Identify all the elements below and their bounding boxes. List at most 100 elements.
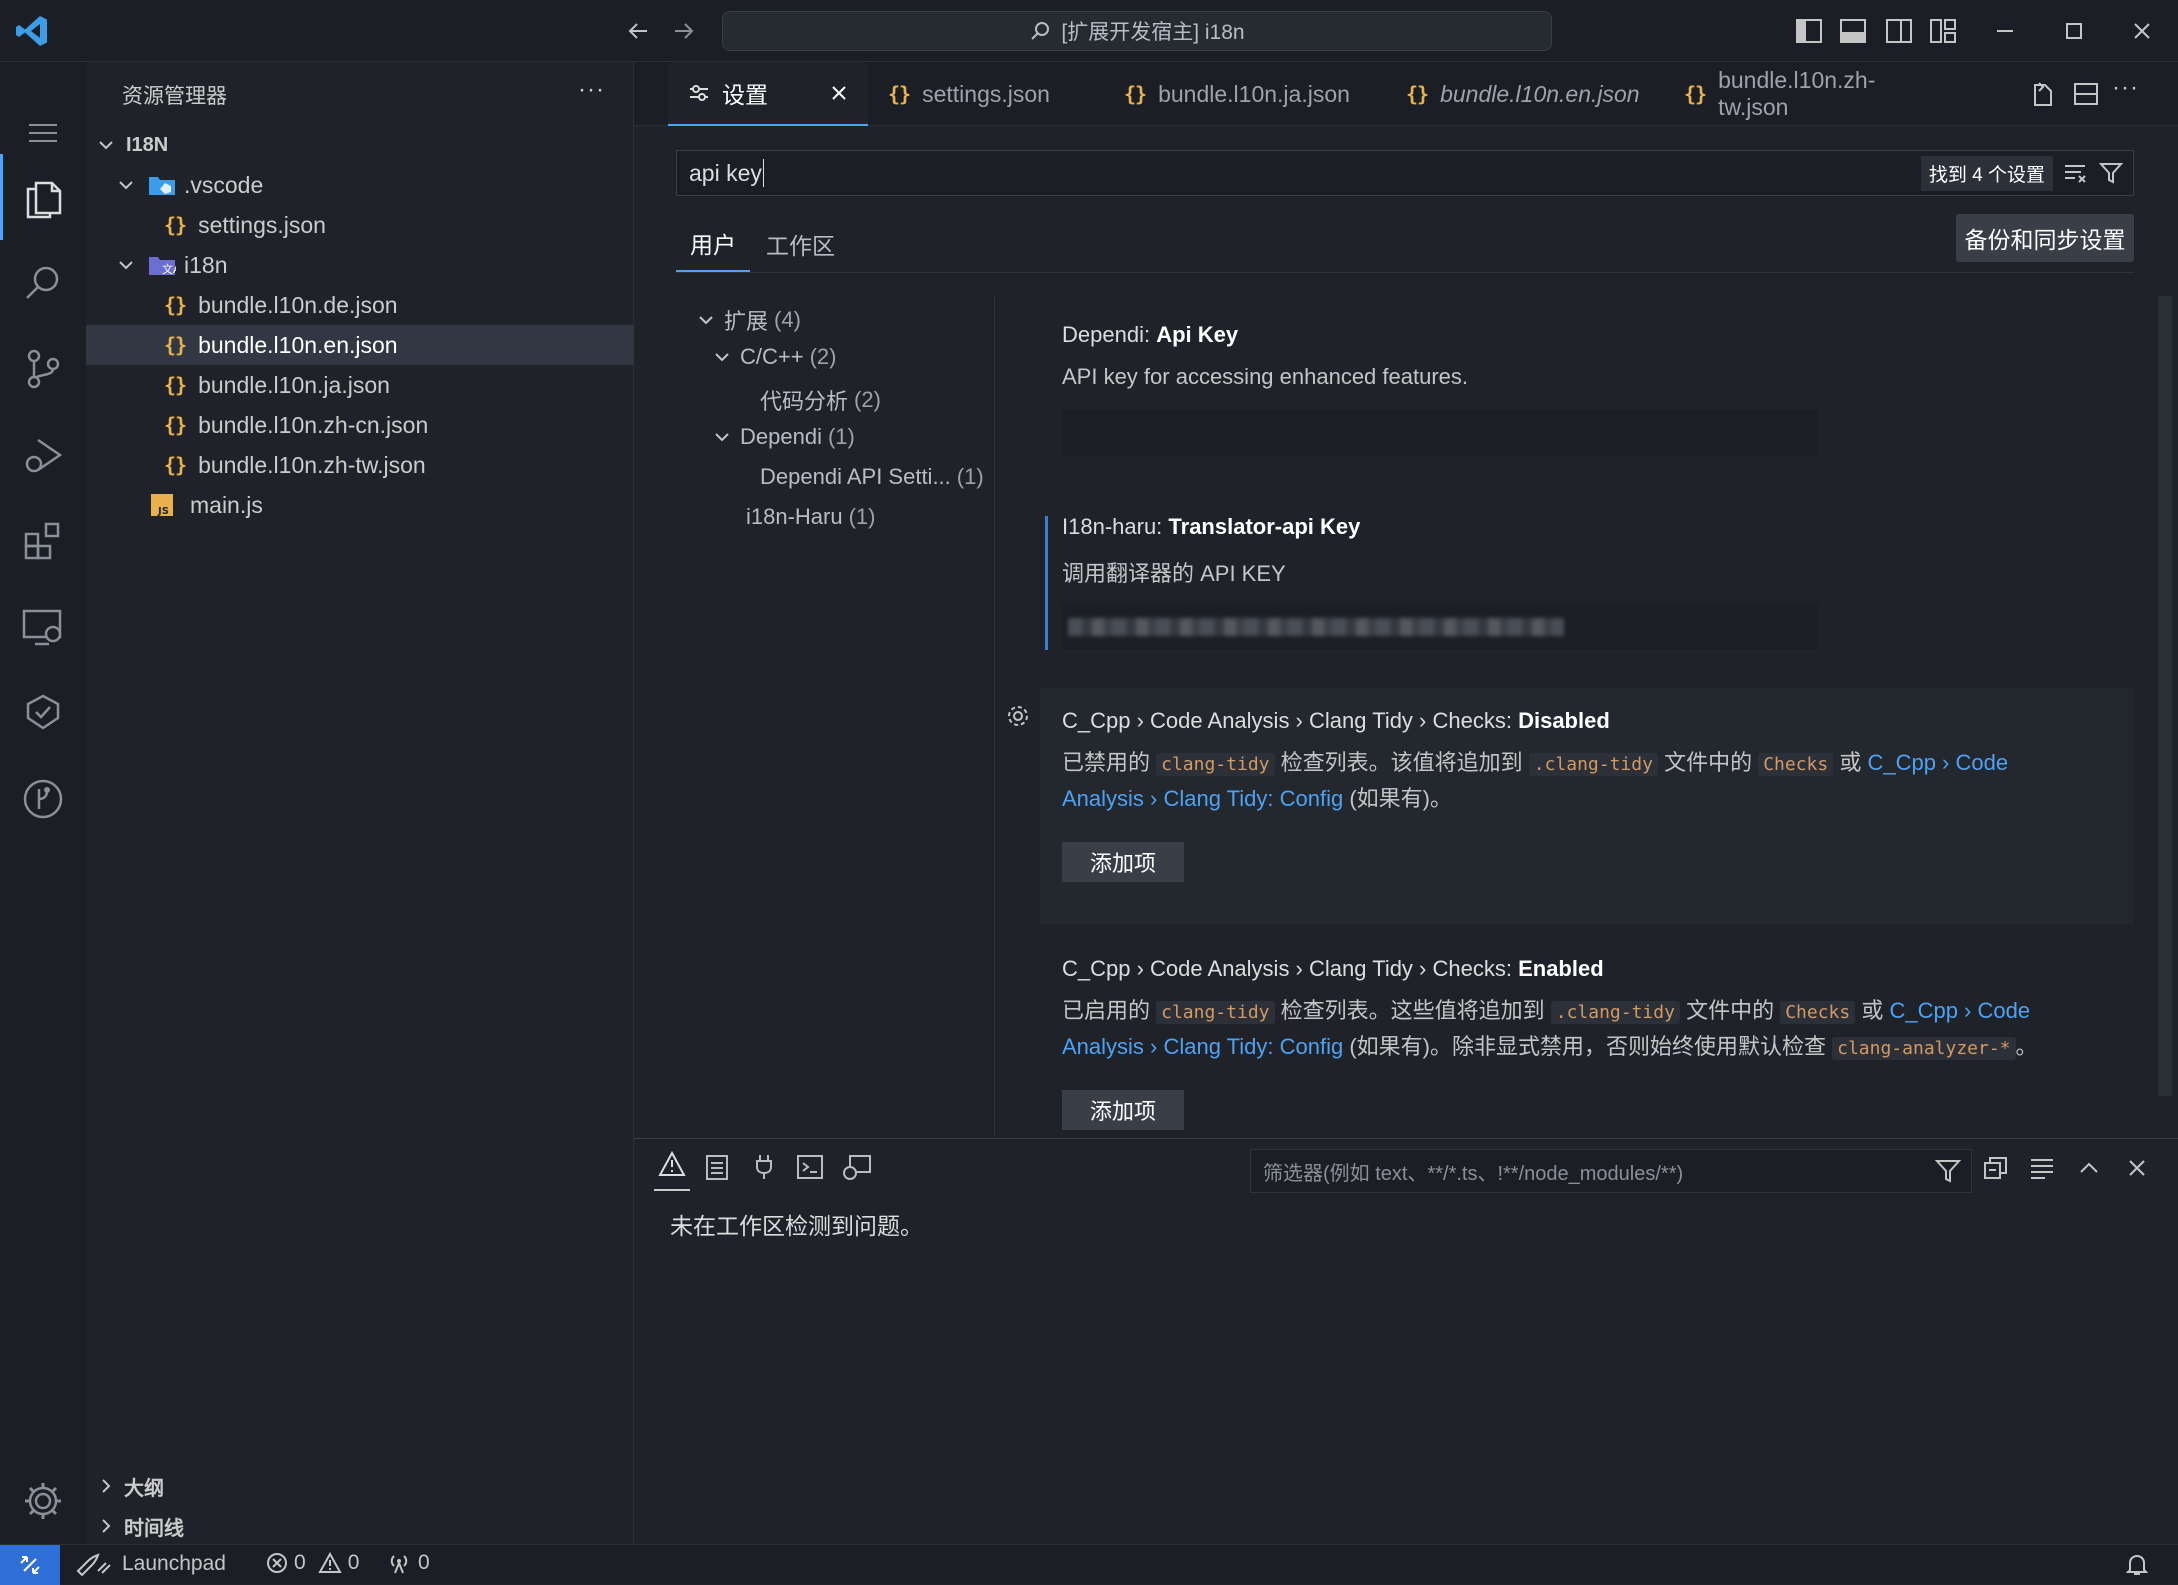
maximize-icon[interactable] xyxy=(2054,14,2094,48)
timeline-section[interactable]: 时间线 xyxy=(86,1506,634,1546)
setting-link[interactable]: C_Cpp › Code xyxy=(1889,998,2030,1023)
problems-status[interactable]: 0 0 xyxy=(266,1551,359,1575)
tab-scope-workspace[interactable]: 工作区 xyxy=(766,216,835,272)
translator-api-key-input[interactable] xyxy=(1062,604,1818,650)
toggle-primary-sidebar-icon[interactable] xyxy=(1792,14,1826,48)
toc-item-dependi[interactable]: Dependi (1) xyxy=(712,424,855,450)
scrollbar[interactable] xyxy=(2158,296,2172,1096)
toggle-panel-icon[interactable] xyxy=(1836,14,1870,48)
notifications-bell-icon[interactable] xyxy=(2126,1553,2148,1577)
vscode-folder-icon xyxy=(148,174,176,196)
tab-settings[interactable]: 设置 xyxy=(668,62,868,126)
toc-count: (1) xyxy=(956,464,984,489)
remote-indicator-icon[interactable] xyxy=(0,1545,60,1585)
tab-bundle-zh-tw[interactable]: {} bundle.l10n.zh-tw.json xyxy=(1664,62,1954,126)
sidebar-more-button[interactable]: ··· xyxy=(578,76,605,104)
close-panel-icon[interactable] xyxy=(2124,1155,2150,1181)
json-file-icon: {} xyxy=(164,213,187,237)
maximize-panel-icon[interactable] xyxy=(2076,1155,2102,1181)
search-value: api key xyxy=(689,159,762,186)
ports-status[interactable]: 0 xyxy=(386,1551,430,1575)
tab-settings-json[interactable]: {} settings.json xyxy=(868,62,1088,126)
folder-root[interactable]: I18N xyxy=(86,125,634,165)
run-debug-icon[interactable] xyxy=(0,412,86,498)
backup-sync-button[interactable]: 备份和同步设置 xyxy=(1956,214,2134,262)
tree-item-bundle-de[interactable]: {} bundle.l10n.de.json xyxy=(86,285,634,325)
setting-link[interactable]: C_Cpp › Code xyxy=(1867,750,2008,775)
extensions-icon[interactable] xyxy=(0,498,86,584)
clear-filter-icon[interactable] xyxy=(2063,162,2089,184)
inline-code: clang-tidy xyxy=(1156,1001,1275,1024)
remote-explorer-icon[interactable] xyxy=(0,584,86,670)
split-editor-icon[interactable] xyxy=(2070,78,2102,110)
tree-item-bundle-ja[interactable]: {} bundle.l10n.ja.json xyxy=(86,365,634,405)
command-center-label: [扩展开发宿主] i18n xyxy=(1061,21,1245,44)
filter-icon[interactable] xyxy=(1935,1158,1961,1184)
add-item-button[interactable]: 添加项 xyxy=(1062,1090,1184,1130)
toc-count: (1) xyxy=(827,424,855,449)
error-icon xyxy=(266,1552,288,1574)
close-window-icon[interactable] xyxy=(2122,14,2162,48)
text-cursor xyxy=(762,159,764,187)
tab-bundle-en[interactable]: {} bundle.l10n.en.json xyxy=(1386,62,1640,126)
toc-item-dependi-api[interactable]: Dependi API Setti... (1) xyxy=(760,464,984,490)
setting-link[interactable]: Analysis › Clang Tidy: Config xyxy=(1062,786,1343,811)
tree-item-bundle-zh-tw[interactable]: {} bundle.l10n.zh-tw.json xyxy=(86,445,634,485)
tree-item-vscode[interactable]: .vscode xyxy=(86,165,634,205)
setting-description: API key for accessing enhanced features. xyxy=(1062,364,1469,389)
collapse-all-icon[interactable] xyxy=(1982,1155,2010,1181)
debug-console-icon[interactable] xyxy=(842,1153,872,1181)
api-key-input[interactable] xyxy=(1062,410,1818,456)
setting-name: Translator-api Key xyxy=(1168,514,1361,539)
tree-item-main-js[interactable]: JS main.js xyxy=(86,485,634,525)
setting-description: 调用翻译器的 API KEY xyxy=(1062,561,1286,586)
view-as-tree-icon[interactable] xyxy=(2028,1155,2056,1181)
launchpad-item[interactable]: Launchpad xyxy=(74,1551,226,1577)
search-icon[interactable] xyxy=(0,240,86,326)
tab-scope-user[interactable]: 用户 xyxy=(676,216,750,272)
open-settings-json-icon[interactable] xyxy=(2026,78,2058,110)
add-item-button[interactable]: 添加项 xyxy=(1062,842,1184,882)
source-control-icon[interactable] xyxy=(0,326,86,412)
sidebar-title: 资源管理器 xyxy=(122,85,227,108)
tree-item-bundle-en[interactable]: {} bundle.l10n.en.json xyxy=(86,325,634,365)
arrow-right-icon[interactable] xyxy=(668,14,700,48)
toggle-secondary-sidebar-icon[interactable] xyxy=(1882,14,1916,48)
toc-item-i18n-haru[interactable]: i18n-Haru (1) xyxy=(746,504,876,530)
warning-count: 0 xyxy=(347,1551,360,1574)
ports-plug-icon[interactable] xyxy=(752,1153,776,1181)
toc-item-cpp[interactable]: C/C++ (2) xyxy=(712,344,836,370)
setting-description: 已启用的 clang-tidy 检查列表。这些值将追加到 .clang-tidy… xyxy=(1062,994,2122,1066)
tree-item-i18n[interactable]: 文A i18n xyxy=(86,245,634,285)
output-icon[interactable] xyxy=(704,1153,730,1181)
more-actions-icon[interactable]: ··· xyxy=(2112,74,2139,102)
manage-gear-icon[interactable] xyxy=(0,1458,86,1544)
minimize-icon[interactable] xyxy=(1986,14,2026,48)
terminal-icon[interactable] xyxy=(796,1153,824,1181)
git-graph-icon[interactable] xyxy=(0,756,86,842)
close-tab-icon[interactable] xyxy=(830,84,848,102)
customize-layout-icon[interactable] xyxy=(1926,14,1960,48)
tree-item-bundle-zh-cn[interactable]: {} bundle.l10n.zh-cn.json xyxy=(86,405,634,445)
json-file-icon: {} xyxy=(164,453,187,477)
toc-count: (1) xyxy=(848,504,876,529)
modified-indicator xyxy=(1045,516,1048,650)
problems-warning-icon[interactable] xyxy=(654,1151,690,1191)
tab-bundle-ja[interactable]: {} bundle.l10n.ja.json xyxy=(1104,62,1354,126)
command-center[interactable]: [扩展开发宿主] i18n xyxy=(722,11,1552,51)
explorer-icon[interactable] xyxy=(0,154,86,240)
outline-section[interactable]: 大纲 xyxy=(86,1466,634,1506)
tree-item-settings-json[interactable]: {} settings.json xyxy=(86,205,634,245)
setting-gear-icon[interactable] xyxy=(1004,702,1032,730)
testing-icon[interactable] xyxy=(0,670,86,756)
toc-item-code-analysis[interactable]: 代码分析 (2) xyxy=(760,384,881,416)
settings-search-input[interactable]: api key 找到 4 个设置 xyxy=(676,150,2134,196)
toc-item-extensions[interactable]: 扩展 (4) xyxy=(696,304,801,336)
desc-text: 文件中的 xyxy=(1679,998,1781,1023)
divider xyxy=(676,272,2134,273)
filter-icon[interactable] xyxy=(2099,161,2123,185)
problems-filter-input[interactable]: 筛选器(例如 text、**/*.ts、!**/node_modules/**) xyxy=(1250,1149,1972,1193)
arrow-left-icon[interactable] xyxy=(622,14,654,48)
tree-item-label: bundle.l10n.zh-tw.json xyxy=(198,451,426,478)
setting-link[interactable]: Analysis › Clang Tidy: Config xyxy=(1062,1034,1343,1059)
